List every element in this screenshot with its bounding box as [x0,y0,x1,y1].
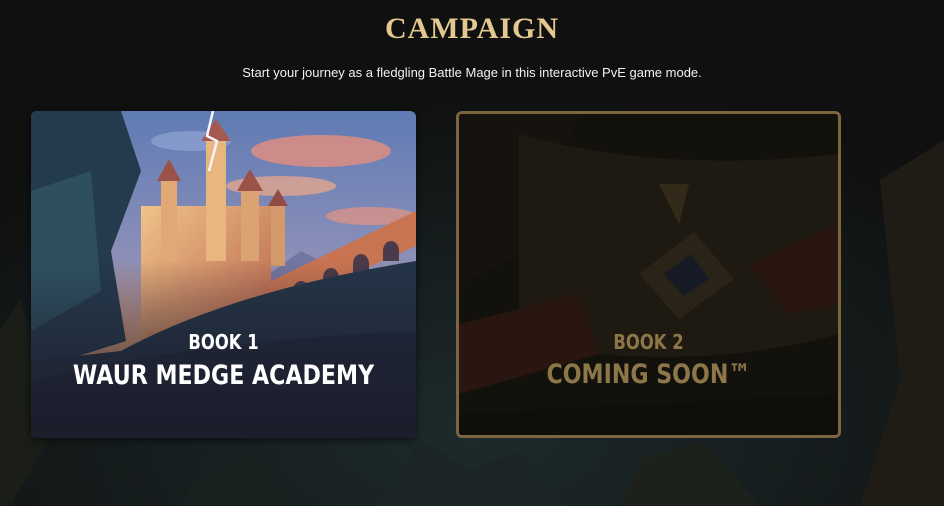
book-1-label: BOOK 1 [188,330,259,354]
book-1-name: WAUR MEDGE ACADEMY [72,360,375,391]
book-2-label: BOOK 2 [613,330,684,354]
page-title: CAMPAIGN [384,12,560,45]
book-2-name: COMING SOON™ [546,359,751,390]
book-1-card[interactable]: BOOK 1 WAUR MEDGE ACADEMY [31,111,416,438]
book-2-card: BOOK 2 COMING SOON™ [456,111,841,438]
page-subtitle: Start your journey as a fledgling Battle… [242,65,702,80]
